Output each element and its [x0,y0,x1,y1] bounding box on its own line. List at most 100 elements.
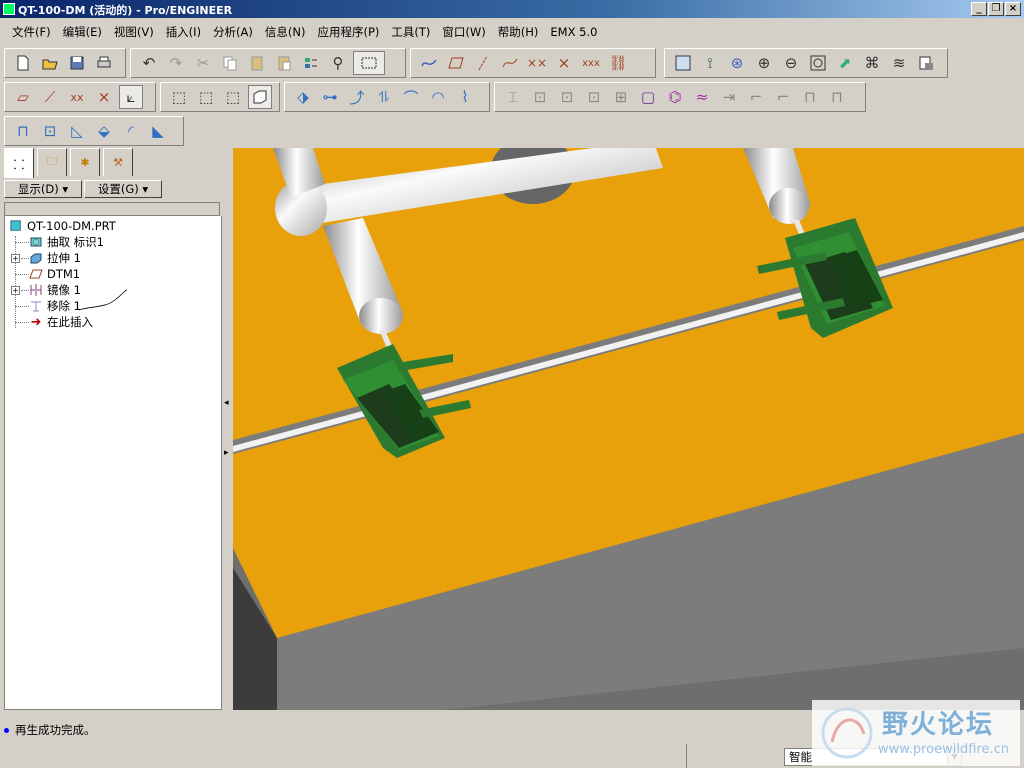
menu-emx[interactable]: EMX 5.0 [544,25,603,39]
copy-icon[interactable] [218,51,242,75]
warp-icon[interactable]: ⌇ [453,85,477,109]
tree-item-datum[interactable]: DTM1 [29,266,80,282]
zoom-in-icon[interactable]: ⊕ [752,51,776,75]
expand-mirror[interactable]: + [11,286,20,295]
merge-icon[interactable]: ⇥ [717,85,741,109]
tree-item-extrude[interactable]: 拉伸 1 [29,250,81,266]
connections-icon[interactable]: ⚒ [103,148,133,176]
show-dropdown[interactable]: 显示(D) ▾ [4,180,82,198]
repaint-icon[interactable] [671,51,695,75]
datum-plane-icon[interactable] [444,51,468,75]
menu-info[interactable]: 信息(N) [259,24,312,40]
offset-tool-icon[interactable]: ◜ [119,119,143,143]
datum-axis-icon[interactable] [471,51,495,75]
refit-icon[interactable] [806,51,830,75]
merge-tool-icon[interactable]: ⊡ [38,119,62,143]
paste-icon[interactable] [245,51,269,75]
menu-window[interactable]: 窗口(W) [436,24,491,40]
menu-insert[interactable]: 插入(I) [160,24,207,40]
regenerate-icon[interactable] [299,51,323,75]
find-icon[interactable]: ⚲ [326,51,350,75]
redo-icon[interactable]: ↷ [164,51,188,75]
menu-tools[interactable]: 工具(T) [385,24,436,40]
pattern-icon[interactable]: ⌬ [663,85,687,109]
trim-tool-icon[interactable]: ◺ [65,119,89,143]
draft-icon[interactable]: ⊡ [582,85,606,109]
undo-icon[interactable]: ↶ [137,51,161,75]
shell-icon[interactable]: ⊡ [528,85,552,109]
collapse-left-icon[interactable]: ◂ [224,398,229,408]
tree-item-extract[interactable]: 抽取 标识1 [29,234,104,250]
sketch-plane-icon[interactable]: ▱ [11,85,35,109]
axis-sketch-icon[interactable]: ⟋ [38,85,62,109]
datum-point-icon[interactable]: ×× [525,51,549,75]
no-hidden-icon[interactable]: ⬚ [221,85,245,109]
csys-icon[interactable]: ⨯ [552,51,576,75]
point-sketch-icon[interactable]: xx [65,85,89,109]
annotation-icon[interactable]: xxx [579,51,603,75]
model-tree-icon[interactable]: ⸬ [4,148,34,178]
saved-views-icon[interactable]: ⌘ [860,51,884,75]
expand-extrude[interactable]: + [11,254,20,263]
panel-splitter[interactable]: ◂ ▸ [222,148,232,710]
paste-special-icon[interactable] [272,51,296,75]
trim-icon[interactable]: ⌐ [744,85,768,109]
datum-display-icon[interactable] [417,51,441,75]
folder-browser-icon[interactable]: 🗀 [37,148,67,176]
intersect-tool-icon[interactable]: ◣ [146,119,170,143]
select-box-icon[interactable] [353,51,385,75]
orient-icon[interactable]: ⟟ [698,51,722,75]
print-icon[interactable] [92,51,116,75]
chamfer-icon[interactable]: ▢ [636,85,660,109]
wireframe-icon[interactable]: ⬚ [167,85,191,109]
coordinate-sketch-icon[interactable]: ⨯ [92,85,116,109]
minimize-button[interactable]: _ [971,2,987,16]
close-button[interactable]: × [1005,2,1021,16]
menu-file[interactable]: 文件(F) [6,24,57,40]
tree-item-part[interactable]: QT-100-DM.PRT [9,218,116,234]
blend-icon[interactable]: ⥮ [372,85,396,109]
graphics-window[interactable] [233,148,1024,710]
menu-applications[interactable]: 应用程序(P) [311,24,385,40]
favorites-icon[interactable]: ✱ [70,148,100,176]
save-icon[interactable] [65,51,89,75]
mirror-icon[interactable]: ≈ [690,85,714,109]
hidden-line-icon[interactable]: ⬚ [194,85,218,109]
analysis-icon[interactable]: ⟀ [119,85,143,109]
watermark-logo-icon [821,707,873,759]
solidify-icon[interactable]: ⊓ [825,85,849,109]
expand-right-icon[interactable]: ▸ [224,448,229,458]
round-icon[interactable]: ⊞ [609,85,633,109]
view-manager-icon[interactable] [914,51,938,75]
rib-icon[interactable]: ⊡ [555,85,579,109]
thicken-icon[interactable]: ⊓ [798,85,822,109]
zoom-out-icon[interactable]: ⊖ [779,51,803,75]
menu-view[interactable]: 视图(V) [108,24,160,40]
style-icon[interactable]: ⌒ [399,85,423,109]
chain-icon[interactable]: ⛓ [606,51,630,75]
spin-center-icon[interactable]: ⊛ [725,51,749,75]
menu-help[interactable]: 帮助(H) [492,24,545,40]
tree-item-insert-here[interactable]: ➜ 在此插入 [29,314,93,330]
tree-item-remove[interactable]: 移除 1 [29,298,81,314]
reorient-icon[interactable]: ⬈ [833,51,857,75]
shaded-icon[interactable] [248,85,272,109]
new-icon[interactable] [11,51,35,75]
settings-dropdown[interactable]: 设置(G) ▾ [84,180,162,198]
mirror-tool-icon[interactable]: ⊓ [11,119,35,143]
extrude-icon[interactable]: ⬗ [291,85,315,109]
menu-analysis[interactable]: 分析(A) [207,24,259,40]
layers-icon[interactable]: ≋ [887,51,911,75]
maximize-button[interactable]: ❐ [988,2,1004,16]
boundary-icon[interactable]: ◠ [426,85,450,109]
cut-icon[interactable]: ✂ [191,51,215,75]
revolve-icon[interactable]: ⊶ [318,85,342,109]
variable-sweep-icon[interactable]: ⤴ [345,85,369,109]
tree-item-mirror[interactable]: 镜像 1 [29,282,81,298]
open-icon[interactable] [38,51,62,75]
datum-curve-icon[interactable] [498,51,522,75]
hole-icon[interactable]: ⌶ [501,85,525,109]
extend-tool-icon[interactable]: ⬙ [92,119,116,143]
menu-edit[interactable]: 编辑(E) [57,24,108,40]
offset-icon[interactable]: ⌐ [771,85,795,109]
